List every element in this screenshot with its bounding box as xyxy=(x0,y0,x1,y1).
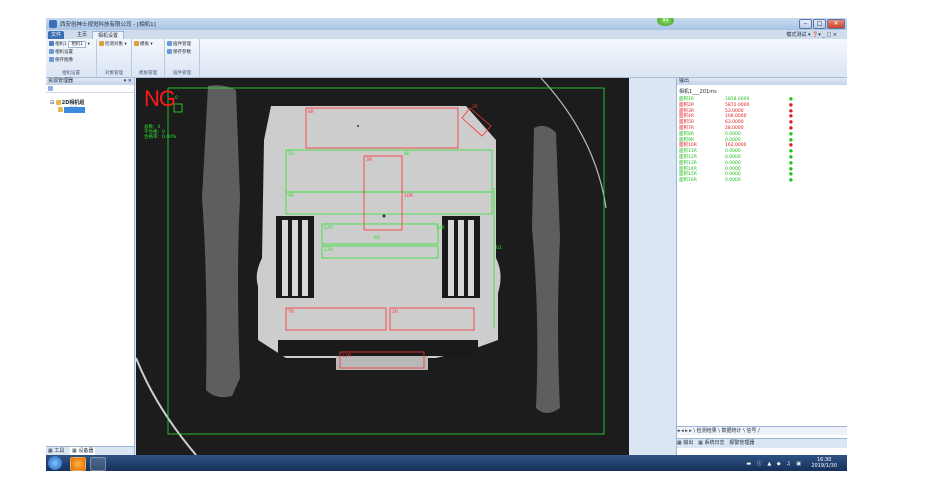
template-icon xyxy=(134,41,139,46)
tab-system-log-label: 系统日志 xyxy=(704,440,725,446)
inspection-image xyxy=(136,78,629,455)
detect-object-button[interactable]: 检测对象 ▾ xyxy=(105,42,127,47)
left-panel-tabs: ▦ 工具 ▦ 设备器 xyxy=(46,446,134,455)
app-logo-icon xyxy=(49,20,57,28)
template-button[interactable]: 模板 ▾ xyxy=(140,42,153,47)
stat-pass-rate: 合格率：0.00% xyxy=(144,135,177,141)
region-label: 12R xyxy=(324,226,333,231)
image-viewer[interactable]: NG 总数：0 不合格：0 合格率：0.00% 0 4R 2R 5R 8R 3R… xyxy=(136,78,629,455)
panel-title: 资源管理器 xyxy=(48,78,74,84)
camera-settings-button[interactable]: 相机设置 xyxy=(55,50,73,55)
tab-system-log[interactable]: ▦ 系统日志 xyxy=(698,440,724,446)
ribbon-group-label: 模板管理 xyxy=(139,71,157,76)
tab-tools-label: 工具 xyxy=(54,448,65,454)
tree-node-camera1[interactable]: 相机1 xyxy=(58,106,86,113)
region-label: 6R xyxy=(374,236,380,241)
plugin-icon xyxy=(167,41,172,46)
ribbon-group-label: 相机设置 xyxy=(62,71,80,76)
folder-icon xyxy=(55,100,61,105)
ribbon-group-label: 插件管理 xyxy=(173,71,191,76)
output-panel: 输出 相机1___201ms 面积1R 1858.0000 ● 面积2R 5872.00… xyxy=(676,78,847,455)
result-tabs[interactable]: ◂ ◂ ▸ ▸ \ 检测结果 \ 数据统计 \ 信号 / xyxy=(677,426,847,435)
result-value: 0.0000 xyxy=(725,178,741,184)
help-controls[interactable]: ❓▾ _ □ × xyxy=(812,32,837,38)
ribbon-tab-bar: 文件 主页 相机设置 模式测试 ▾ ❓▾ _ □ × xyxy=(46,30,847,40)
taskbar-app-icon[interactable] xyxy=(70,457,86,471)
region-label: 11R xyxy=(342,354,351,359)
tab-file[interactable]: 文件 xyxy=(48,31,64,39)
ribbon-group-camera: 相机1 相机1 ▾ 相机设置 保存图像 相机设置 xyxy=(46,39,97,77)
bottom-tabs: ▦ 输出 ▦ 系统日志 报警管理器 xyxy=(677,438,847,448)
save-image-icon xyxy=(49,57,54,62)
camera-folder-icon xyxy=(58,107,63,112)
panel-title: 输出 xyxy=(679,78,690,84)
ribbon-group-objects: 检测对象 ▾ 对象管理 xyxy=(97,39,132,77)
region-label: 3R xyxy=(366,158,372,163)
region-label: 5R xyxy=(288,152,294,157)
close-button[interactable]: ✕ xyxy=(827,19,845,29)
save-image-button[interactable]: 保存图像 xyxy=(55,58,73,63)
panel-toolbar xyxy=(46,85,134,93)
windows-taskbar: ▬ ⓘ ▲ ◆ ♫ ▣ 16:30 2019/1/30 xyxy=(46,455,847,471)
tab-home[interactable]: 主页 xyxy=(72,31,92,39)
ribbon-group-templates: 模板 ▾ 模板管理 xyxy=(132,39,165,77)
result-flag: ● xyxy=(789,178,793,184)
search-icon[interactable] xyxy=(48,86,53,91)
region-label: 2R xyxy=(472,105,478,110)
region-label: 13R xyxy=(324,248,333,253)
camera-select-label[interactable]: 相机1 xyxy=(55,42,67,47)
title-bar: 西安创神士视觉科技有限公司 - [相机1] 91 – □ ✕ xyxy=(46,18,847,30)
region-label: 0 xyxy=(175,96,178,101)
ribbon-toolbar: 相机1 相机1 ▾ 相机设置 保存图像 相机设置 检测对象 ▾ 对象管理 模板 … xyxy=(46,39,847,78)
minimize-button[interactable]: – xyxy=(799,19,812,29)
region-label: 8R xyxy=(404,152,410,157)
tab-alarm-manager[interactable]: 报警管理器 xyxy=(729,440,754,446)
verdict-label: NG xyxy=(144,86,176,111)
tab-output-label: 输出 xyxy=(683,440,694,446)
save-params-button[interactable]: 保存参数 xyxy=(173,50,191,55)
tab-output[interactable]: ▦ 输出 xyxy=(677,440,693,446)
application-window: 西安创神士视觉科技有限公司 - [相机1] 91 – □ ✕ 文件 主页 相机设… xyxy=(46,18,847,471)
tab-devices[interactable]: ▦ 设备器 xyxy=(70,447,96,455)
ribbon-group-plugins: 插件管理 保存参数 插件管理 xyxy=(165,39,200,77)
region-label: 10R xyxy=(404,194,413,199)
tab-devices-label: 设备器 xyxy=(78,448,94,454)
camera-dropdown[interactable]: 相机1 xyxy=(68,41,87,48)
tab-alarm-manager-label: 报警管理器 xyxy=(729,440,755,446)
inspection-stats: 总数：0 不合格：0 合格率：0.00% xyxy=(144,125,176,141)
tree-node-label: 相机1 xyxy=(64,107,86,113)
region-label: 01 xyxy=(496,246,502,251)
maximize-button[interactable]: □ xyxy=(813,19,826,29)
resource-explorer-panel: 资源管理器 ▾ ✕ ⊟ 2D相机组 相机1 ▦ 工具 ▦ 设备器 xyxy=(46,78,135,455)
panel-header: 资源管理器 ▾ ✕ xyxy=(46,78,134,85)
top-right-controls[interactable]: 模式测试 ▾ ❓▾ _ □ × xyxy=(786,31,837,38)
extension-badge[interactable]: 91 xyxy=(657,18,674,26)
camera-timing: 相机1___201ms xyxy=(679,89,717,95)
camera-icon xyxy=(49,41,54,46)
save-params-icon xyxy=(167,49,172,54)
region-label: 7R xyxy=(288,310,294,315)
plugin-manage-button[interactable]: 插件管理 xyxy=(173,42,191,47)
tree-node-camera-group[interactable]: ⊟ 2D相机组 xyxy=(50,99,84,106)
system-tray-icons[interactable]: ▬ ⓘ ▲ ◆ ♫ ▣ xyxy=(746,460,803,467)
settings-icon xyxy=(49,49,54,54)
region-label: 1R xyxy=(392,310,398,315)
detect-object-icon xyxy=(99,41,104,46)
tab-tools[interactable]: ▦ 工具 xyxy=(48,447,64,455)
result-row: 面积16R 0.0000 ● xyxy=(679,178,839,184)
start-button-icon[interactable] xyxy=(48,456,62,470)
panel-header-buttons[interactable]: ▾ ✕ xyxy=(124,78,132,85)
region-label: 14R xyxy=(436,226,445,231)
window-title: 西安创神士视觉科技有限公司 - [相机1] xyxy=(60,22,156,28)
mode-selector[interactable]: 模式测试 ▾ xyxy=(786,32,810,38)
ribbon-group-label: 对象管理 xyxy=(105,71,123,76)
result-name: 面积16R xyxy=(679,178,697,184)
region-label: 9R xyxy=(288,194,294,199)
panel-header: 输出 xyxy=(677,78,847,85)
region-label: 4R xyxy=(308,110,314,115)
clock-date: 2019/1/30 xyxy=(811,463,837,469)
taskbar-clock[interactable]: 16:30 2019/1/30 xyxy=(811,457,837,469)
taskbar-app-icon[interactable] xyxy=(90,457,106,471)
